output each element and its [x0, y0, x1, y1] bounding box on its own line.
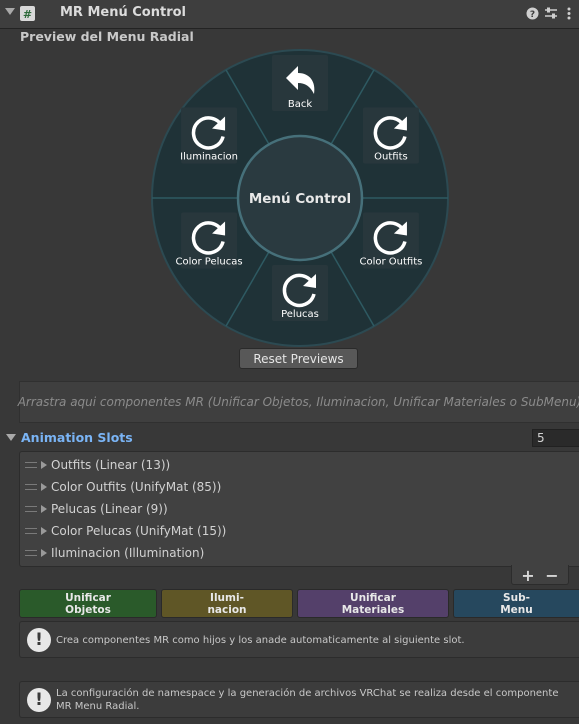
iluminacion-button[interactable]: Ilumi- nacion — [161, 589, 293, 618]
help-box: ! Crea componentes MR como hijos y los a… — [19, 621, 579, 658]
more-icon[interactable] — [561, 5, 577, 21]
radial-menu-preview: Back Outfits Color Outfits Pelucas Color Pel… — [150, 48, 450, 348]
radial-segment-outfits[interactable]: Outfits — [362, 107, 419, 164]
expand-arrow-icon[interactable] — [41, 461, 47, 469]
add-slot-button[interactable]: + — [517, 565, 539, 585]
expand-arrow-icon[interactable] — [41, 505, 47, 513]
slot-list: Outfits (Linear (13)) Color Outfits (Uni… — [19, 451, 579, 567]
slot-label: Outfits (Linear (13)) — [51, 458, 171, 472]
component-title: MR Menú Control — [60, 5, 187, 20]
script-icon: # — [20, 6, 35, 21]
radial-segment-pelucas[interactable]: Pelucas — [272, 265, 328, 321]
segment-label: Back — [288, 99, 312, 110]
drag-handle-icon[interactable] — [25, 528, 37, 534]
drag-handle-icon[interactable] — [25, 550, 37, 556]
unificar-objetos-button[interactable]: Unificar Objetos — [19, 589, 157, 618]
slot-label: Color Outfits (UnifyMat (85)) — [51, 480, 222, 494]
expand-arrow-icon[interactable] — [41, 549, 47, 557]
drag-handle-icon[interactable] — [25, 484, 37, 490]
segment-label: Color Outfits — [360, 257, 423, 268]
help-text: La configuración de namespace y la gener… — [56, 688, 559, 712]
radial-segment-color-outfits[interactable]: Color Outfits — [360, 212, 423, 269]
info-icon: ! — [27, 628, 51, 652]
svg-text:?: ? — [529, 10, 534, 20]
radial-menu-svg: Back Outfits Color Outfits Pelucas Color Pel… — [151, 49, 449, 347]
list-item[interactable]: Pelucas (Linear (9)) — [20, 498, 579, 520]
info-icon: ! — [27, 688, 51, 712]
radial-segment-color-pelucas[interactable]: Color Pelucas — [176, 212, 243, 269]
slot-label: Pelucas (Linear (9)) — [51, 502, 168, 516]
remove-slot-button[interactable]: − — [541, 565, 563, 585]
reset-previews-button[interactable]: Reset Previews — [239, 348, 358, 369]
animation-slots-title[interactable]: Animation Slots — [21, 430, 133, 445]
list-item[interactable]: Iluminacion (Illumination) — [20, 542, 579, 564]
sliders-icon[interactable] — [543, 5, 559, 21]
drop-zone[interactable]: Arrastra aqui componentes MR (Unificar O… — [18, 381, 579, 423]
help-text: Crea componentes MR como hijos y los ana… — [56, 635, 465, 646]
segment-label: Iluminacion — [180, 152, 238, 163]
slot-label: Color Pelucas (UnifyMat (15)) — [51, 524, 227, 538]
expand-arrow-icon[interactable] — [41, 483, 47, 491]
slot-count-field[interactable]: 5 — [532, 429, 579, 447]
radial-segment-back[interactable]: Back — [272, 55, 328, 111]
slot-label: Iluminacion (Illumination) — [51, 546, 205, 560]
drag-handle-icon[interactable] — [25, 462, 37, 468]
svg-text:#: # — [23, 8, 32, 21]
slots-foldout-icon[interactable] — [6, 434, 16, 441]
segment-label: Color Pelucas — [176, 257, 243, 268]
drag-handle-icon[interactable] — [25, 506, 37, 512]
help-box: ! La configuración de namespace y la gen… — [19, 681, 579, 718]
submenu-button[interactable]: Sub- Menu — [453, 589, 579, 618]
segment-label: Outfits — [374, 152, 408, 163]
list-item[interactable]: Color Outfits (UnifyMat (85)) — [20, 476, 579, 498]
preview-title: Preview del Menu Radial — [20, 29, 194, 44]
list-item[interactable]: Color Pelucas (UnifyMat (15)) — [20, 520, 579, 542]
segment-label: Pelucas — [281, 309, 319, 320]
list-item[interactable]: Outfits (Linear (13)) — [20, 454, 579, 476]
expand-arrow-icon[interactable] — [41, 527, 47, 535]
unificar-materiales-button[interactable]: Unificar Materiales — [297, 589, 449, 618]
center-label: Menú Control — [249, 191, 351, 207]
collapse-triangle-icon[interactable] — [5, 8, 15, 15]
help-icon[interactable]: ? — [524, 5, 540, 21]
radial-segment-iluminacion[interactable]: Iluminacion — [180, 107, 238, 164]
